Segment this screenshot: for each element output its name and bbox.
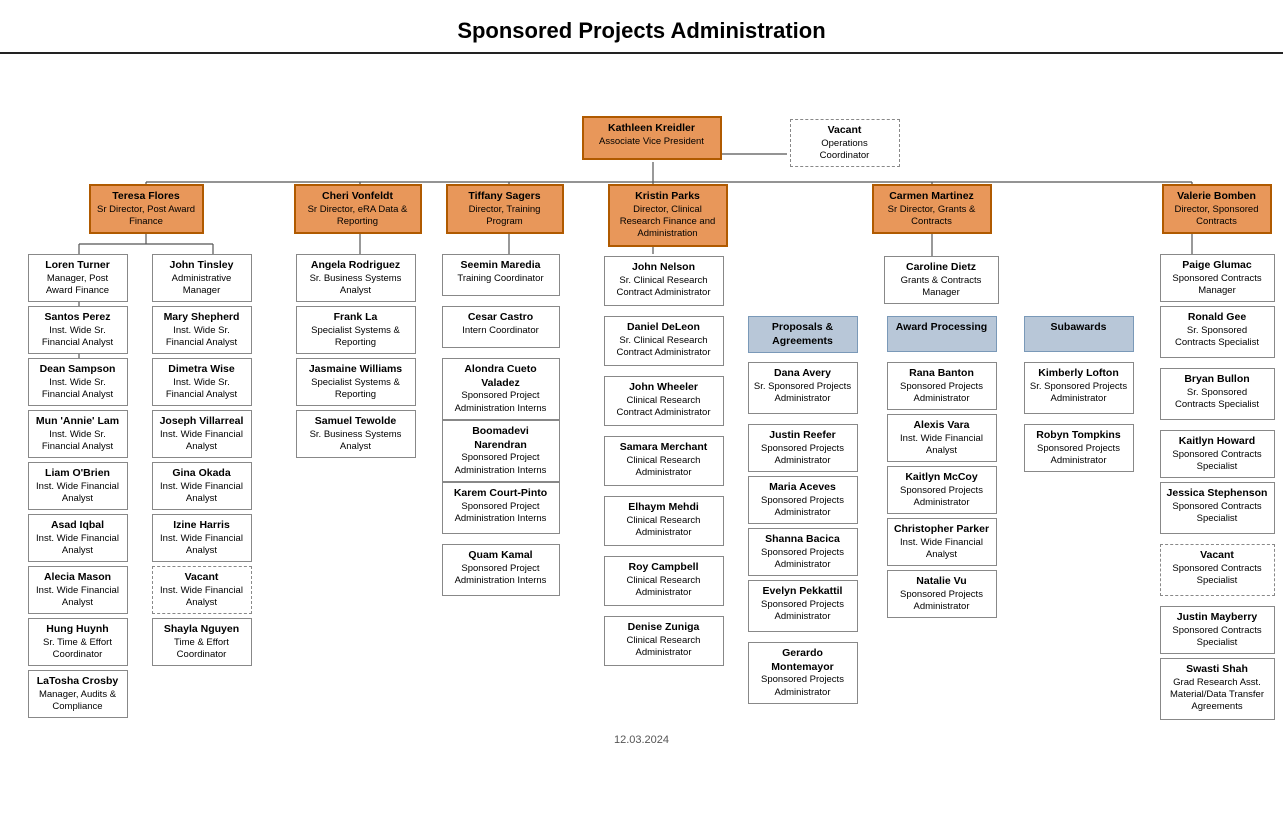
box-vacant-fa: Vacant Inst. Wide Financial Analyst: [152, 566, 252, 614]
box-alondra: Alondra Cueto Valadez Sponsored Project …: [442, 358, 560, 420]
box-john-n: John Nelson Sr. Clinical Research Contra…: [604, 256, 724, 306]
box-frank: Frank La Specialist Systems & Reporting: [296, 306, 416, 354]
box-dean: Dean Sampson Inst. Wide Sr. Financial An…: [28, 358, 128, 406]
box-rana: Rana Banton Sponsored Projects Administr…: [887, 362, 997, 410]
box-alexis: Alexis Vara Inst. Wide Financial Analyst: [887, 414, 997, 462]
box-vacant-scs: Vacant Sponsored Contracts Specialist: [1160, 544, 1275, 596]
box-caroline: Caroline Dietz Grants & Contracts Manage…: [884, 256, 999, 304]
page-title: Sponsored Projects Administration: [0, 0, 1283, 54]
box-kathleen: Kathleen Kreidler Associate Vice Preside…: [582, 116, 722, 160]
box-latosha: LaTosha Crosby Manager, Audits & Complia…: [28, 670, 128, 718]
box-quam: Quam Kamal Sponsored Project Administrat…: [442, 544, 560, 596]
box-roy: Roy Campbell Clinical Research Administr…: [604, 556, 724, 606]
box-justin-m: Justin Mayberry Sponsored Contracts Spec…: [1160, 606, 1275, 654]
box-santos: Santos Perez Inst. Wide Sr. Financial An…: [28, 306, 128, 354]
box-cheri: Cheri Vonfeldt Sr Director, eRA Data & R…: [294, 184, 422, 234]
box-maria: Maria Aceves Sponsored Projects Administ…: [748, 476, 858, 524]
box-dimetra: Dimetra Wise Inst. Wide Sr. Financial An…: [152, 358, 252, 406]
box-samuel: Samuel Tewolde Sr. Business Systems Anal…: [296, 410, 416, 458]
box-mary: Mary Shepherd Inst. Wide Sr. Financial A…: [152, 306, 252, 354]
box-justin-r: Justin Reefer Sponsored Projects Adminis…: [748, 424, 858, 472]
box-swasti: Swasti Shah Grad Research Asst. Material…: [1160, 658, 1275, 720]
box-alecia: Alecia Mason Inst. Wide Financial Analys…: [28, 566, 128, 614]
box-daniel: Daniel DeLeon Sr. Clinical Research Cont…: [604, 316, 724, 366]
box-carmen: Carmen Martinez Sr Director, Grants & Co…: [872, 184, 992, 234]
box-liam: Liam O'Brien Inst. Wide Financial Analys…: [28, 462, 128, 510]
box-john-t: John Tinsley Administrative Manager: [152, 254, 252, 302]
box-mun: Mun 'Annie' Lam Inst. Wide Sr. Financial…: [28, 410, 128, 458]
box-valerie: Valerie Bomben Director, Sponsored Contr…: [1162, 184, 1272, 234]
box-gerardo: Gerardo Montemayor Sponsored Projects Ad…: [748, 642, 858, 704]
box-tiffany: Tiffany Sagers Director, Training Progra…: [446, 184, 564, 234]
box-ronald: Ronald Gee Sr. Sponsored Contracts Speci…: [1160, 306, 1275, 358]
box-hung: Hung Huynh Sr. Time & Effort Coordinator: [28, 618, 128, 666]
box-john-w: John Wheeler Clinical Research Contract …: [604, 376, 724, 426]
box-elhaym: Elhaym Mehdi Clinical Research Administr…: [604, 496, 724, 546]
box-kaitlyn: Kaitlyn McCoy Sponsored Projects Adminis…: [887, 466, 997, 514]
box-evelyn: Evelyn Pekkattil Sponsored Projects Admi…: [748, 580, 858, 632]
box-shayla: Shayla Nguyen Time & Effort Coordinator: [152, 618, 252, 666]
box-loren: Loren Turner Manager, Post Award Finance: [28, 254, 128, 302]
box-dana: Dana Avery Sr. Sponsored Projects Admini…: [748, 362, 858, 414]
box-cesar: Cesar Castro Intern Coordinator: [442, 306, 560, 348]
box-kimberly: Kimberly Lofton Sr. Sponsored Projects A…: [1024, 362, 1134, 414]
box-subawards: Subawards: [1024, 316, 1134, 352]
box-izine: Izine Harris Inst. Wide Financial Analys…: [152, 514, 252, 562]
box-kaitlyn-h: Kaitlyn Howard Sponsored Contracts Speci…: [1160, 430, 1275, 478]
box-seemin: Seemin Maredia Training Coordinator: [442, 254, 560, 296]
box-asad: Asad Iqbal Inst. Wide Financial Analyst: [28, 514, 128, 562]
box-jessica: Jessica Stephenson Sponsored Contracts S…: [1160, 482, 1275, 534]
box-boomadevi: Boomadevi Narendran Sponsored Project Ad…: [442, 420, 560, 482]
footer-date: 12.03.2024: [12, 734, 1272, 746]
box-jasmaine: Jasmaine Williams Specialist Systems & R…: [296, 358, 416, 406]
box-robyn: Robyn Tompkins Sponsored Projects Admini…: [1024, 424, 1134, 472]
box-christopher: Christopher Parker Inst. Wide Financial …: [887, 518, 997, 566]
box-proposals: Proposals & Agreements: [748, 316, 858, 353]
box-kristin: Kristin Parks Director, Clinical Researc…: [608, 184, 728, 247]
box-gina: Gina Okada Inst. Wide Financial Analyst: [152, 462, 252, 510]
box-denise: Denise Zuniga Clinical Research Administ…: [604, 616, 724, 666]
box-teresa: Teresa Flores Sr Director, Post Award Fi…: [89, 184, 204, 234]
box-samara: Samara Merchant Clinical Research Admini…: [604, 436, 724, 486]
box-natalie: Natalie Vu Sponsored Projects Administra…: [887, 570, 997, 618]
box-vacant-ops: Vacant Operations Coordinator: [790, 119, 900, 167]
box-bryan: Bryan Bullon Sr. Sponsored Contracts Spe…: [1160, 368, 1275, 420]
box-paige: Paige Glumac Sponsored Contracts Manager: [1160, 254, 1275, 302]
box-shanna: Shanna Bacica Sponsored Projects Adminis…: [748, 528, 858, 576]
box-karem: Karem Court-Pinto Sponsored Project Admi…: [442, 482, 560, 534]
box-award-processing: Award Processing: [887, 316, 997, 352]
box-angela: Angela Rodriguez Sr. Business Systems An…: [296, 254, 416, 302]
box-joseph: Joseph Villarreal Inst. Wide Financial A…: [152, 410, 252, 458]
